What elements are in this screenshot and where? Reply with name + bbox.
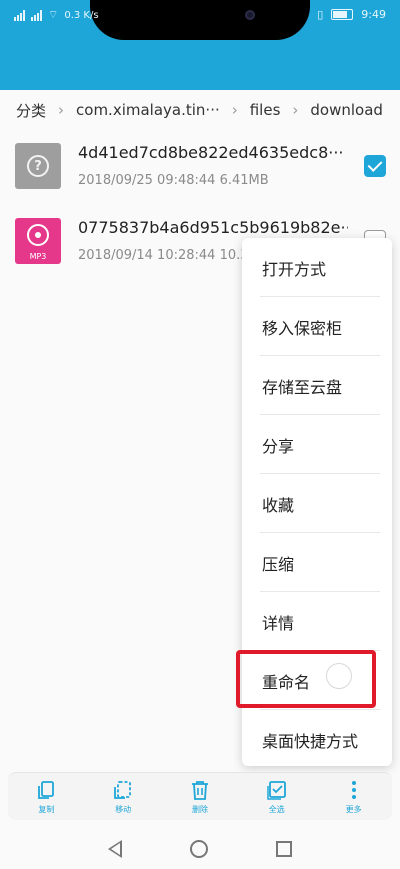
file-name: 0775837b4a6d951c5b9619b82e··· xyxy=(78,218,348,237)
front-camera xyxy=(245,10,255,20)
display-notch xyxy=(90,0,310,40)
breadcrumb: 分类 › com.ximalaya.tin··· › files › downl… xyxy=(0,90,400,130)
menu-item-label: 收藏 xyxy=(262,495,295,515)
chevron-right-icon: › xyxy=(231,101,238,119)
breadcrumb-item-category[interactable]: 分类 xyxy=(16,100,46,121)
network-speed: 0.3 K/s xyxy=(64,9,99,21)
menu-item-label: 详情 xyxy=(262,613,295,633)
unknown-file-icon: ? xyxy=(15,143,61,189)
menu-item-favorite[interactable]: 收藏 xyxy=(242,474,392,533)
menu-item-label: 存储至云盘 xyxy=(262,377,343,397)
file-meta: 2018/09/14 10:28:44 10.3 xyxy=(78,248,249,263)
menu-item-open-with[interactable]: 打开方式 xyxy=(242,238,392,297)
mp3-label: MP3 xyxy=(29,252,47,261)
recent-apps-icon[interactable] xyxy=(276,840,292,857)
clock: 9:49 xyxy=(361,8,386,21)
tool-label: 复制 xyxy=(38,804,55,814)
menu-item-details[interactable]: 详情 xyxy=(242,592,392,651)
music-disc-icon xyxy=(27,224,49,246)
chevron-right-icon: › xyxy=(58,101,65,119)
tool-label: 全选 xyxy=(268,804,285,814)
breadcrumb-item-package[interactable]: com.ximalaya.tin··· xyxy=(76,101,220,119)
wifi-icon: ⌔ xyxy=(48,8,59,21)
move-icon xyxy=(114,780,132,799)
chevron-right-icon: › xyxy=(292,101,299,119)
delete-icon xyxy=(191,780,208,800)
checkbox-checked[interactable] xyxy=(364,155,386,177)
home-icon[interactable] xyxy=(190,839,208,858)
menu-item-label: 移入保密柜 xyxy=(262,318,343,338)
menu-item-move-to-safe[interactable]: 移入保密柜 xyxy=(242,297,392,356)
system-nav-bar xyxy=(0,828,400,869)
screen: ⌔ 0.3 K/s ▯ 9:49 分类 › com.ximalaya.tin··… xyxy=(0,0,400,869)
menu-item-desktop-shortcut[interactable]: 桌面快捷方式 xyxy=(242,710,392,769)
tap-indicator xyxy=(326,663,352,689)
menu-item-label: 压缩 xyxy=(262,554,295,574)
back-icon[interactable] xyxy=(108,839,122,858)
move-button[interactable]: 移动 xyxy=(93,779,153,815)
bottom-toolbar: 复制 移动 删除 全选 更多 xyxy=(8,772,392,820)
menu-item-compress[interactable]: 压缩 xyxy=(242,533,392,592)
breadcrumb-item-files[interactable]: files xyxy=(250,101,281,119)
signal-icon xyxy=(14,9,25,21)
rename-highlight-box xyxy=(236,650,376,708)
copy-icon xyxy=(38,780,55,799)
mp3-file-icon: MP3 xyxy=(15,218,61,264)
battery-icon xyxy=(331,9,354,20)
file-name: 4d41ed7cd8be822ed4635edc8··· xyxy=(78,143,344,162)
more-button[interactable]: 更多 xyxy=(324,779,384,815)
delete-button[interactable]: 删除 xyxy=(170,779,230,815)
tool-label: 移动 xyxy=(115,804,132,814)
app-header: ⌔ 0.3 K/s ▯ 9:49 xyxy=(0,0,400,90)
menu-item-share[interactable]: 分享 xyxy=(242,415,392,474)
menu-item-save-to-cloud[interactable]: 存储至云盘 xyxy=(242,356,392,415)
tool-label: 删除 xyxy=(191,804,208,814)
file-meta: 2018/09/25 09:48:44 6.41MB xyxy=(78,173,269,188)
menu-item-label: 打开方式 xyxy=(262,259,327,279)
select-all-icon xyxy=(267,780,286,800)
menu-item-label: 桌面快捷方式 xyxy=(262,731,359,751)
copy-button[interactable]: 复制 xyxy=(16,779,76,815)
vibrate-icon: ▯ xyxy=(317,8,324,21)
signal-icon-2 xyxy=(31,9,42,21)
tool-label: 更多 xyxy=(345,804,362,814)
select-all-button[interactable]: 全选 xyxy=(247,779,307,815)
more-icon xyxy=(351,780,356,799)
menu-item-label: 分享 xyxy=(262,436,295,456)
status-bar-left: ⌔ 0.3 K/s xyxy=(14,8,99,22)
file-list-item[interactable]: ? 4d41ed7cd8be822ed4635edc8··· 2018/09/2… xyxy=(0,137,400,207)
status-bar-right: ▯ 9:49 xyxy=(317,8,386,21)
breadcrumb-item-download[interactable]: download xyxy=(310,101,383,119)
